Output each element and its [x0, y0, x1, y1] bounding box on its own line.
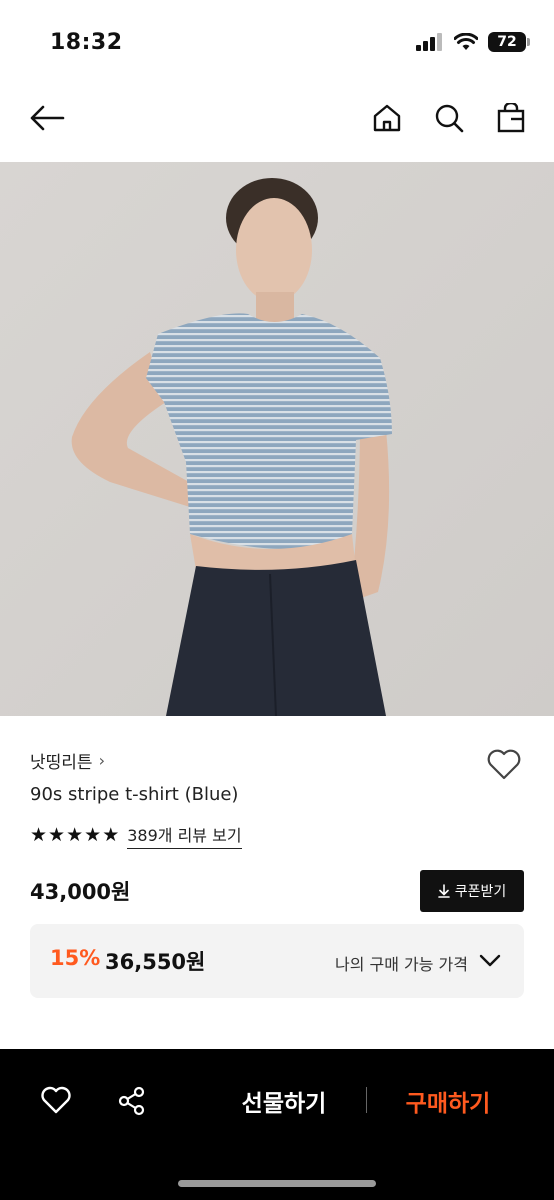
- search-button[interactable]: [429, 98, 469, 138]
- buy-button[interactable]: 구매하기: [388, 1079, 508, 1123]
- battery-indicator: 72: [488, 32, 530, 52]
- product-photo: [0, 162, 554, 716]
- arrow-left-icon: [30, 105, 65, 131]
- app-header: [0, 88, 554, 162]
- back-button[interactable]: [27, 98, 67, 138]
- bottom-wishlist-button[interactable]: [38, 1083, 74, 1117]
- discount-price: 36,550원: [105, 950, 206, 974]
- signal-icon: [416, 33, 442, 51]
- status-time: 18:32: [50, 30, 123, 55]
- rating-row: ★ ★ ★ ★ ★ 389개 리뷰 보기: [30, 822, 242, 849]
- chevron-right-icon: ›: [98, 751, 105, 770]
- status-icons: 72: [416, 32, 530, 52]
- search-icon: [435, 104, 464, 133]
- original-price: 43,000원: [30, 880, 131, 904]
- gift-button[interactable]: 선물하기: [224, 1079, 344, 1123]
- bottom-action-bar: 선물하기 구매하기: [0, 1049, 554, 1200]
- discount-rate: 15%: [50, 946, 101, 970]
- download-icon: [437, 884, 450, 898]
- chevron-down-icon: [479, 954, 501, 967]
- rating-stars: ★ ★ ★ ★ ★: [30, 826, 119, 845]
- status-bar: 18:32 72: [0, 0, 554, 88]
- star-icon: ★: [30, 824, 48, 846]
- my-price-dropdown[interactable]: 15% 36,550원 나의 구매 가능 가격: [30, 924, 524, 998]
- coupon-label: 쿠폰받기: [454, 884, 507, 900]
- heart-icon: [487, 749, 521, 780]
- wifi-icon: [454, 33, 478, 50]
- home-button[interactable]: [367, 98, 407, 138]
- star-icon: ★: [48, 824, 66, 846]
- brand-name: 낫띵리튼: [30, 753, 93, 773]
- my-price-label: 나의 구매 가능 가격: [334, 955, 468, 974]
- review-link[interactable]: 389개 리뷰 보기: [127, 822, 242, 849]
- star-icon: ★: [84, 824, 102, 846]
- brand-link[interactable]: 낫띵리튼 ›: [30, 748, 105, 773]
- heart-icon: [41, 1086, 71, 1114]
- product-title: 90s stripe t-shirt (Blue): [30, 784, 239, 805]
- home-indicator: [178, 1180, 376, 1187]
- shopping-bag-icon: [497, 103, 525, 133]
- cart-button[interactable]: [491, 98, 531, 138]
- product-image[interactable]: [0, 162, 554, 716]
- divider: [366, 1087, 367, 1113]
- star-icon: ★: [102, 824, 120, 846]
- share-icon: [118, 1086, 145, 1116]
- wishlist-button[interactable]: [484, 744, 524, 784]
- share-button[interactable]: [114, 1083, 150, 1119]
- coupon-button[interactable]: 쿠폰받기: [420, 870, 524, 912]
- star-icon: ★: [66, 824, 84, 846]
- home-icon: [373, 104, 401, 132]
